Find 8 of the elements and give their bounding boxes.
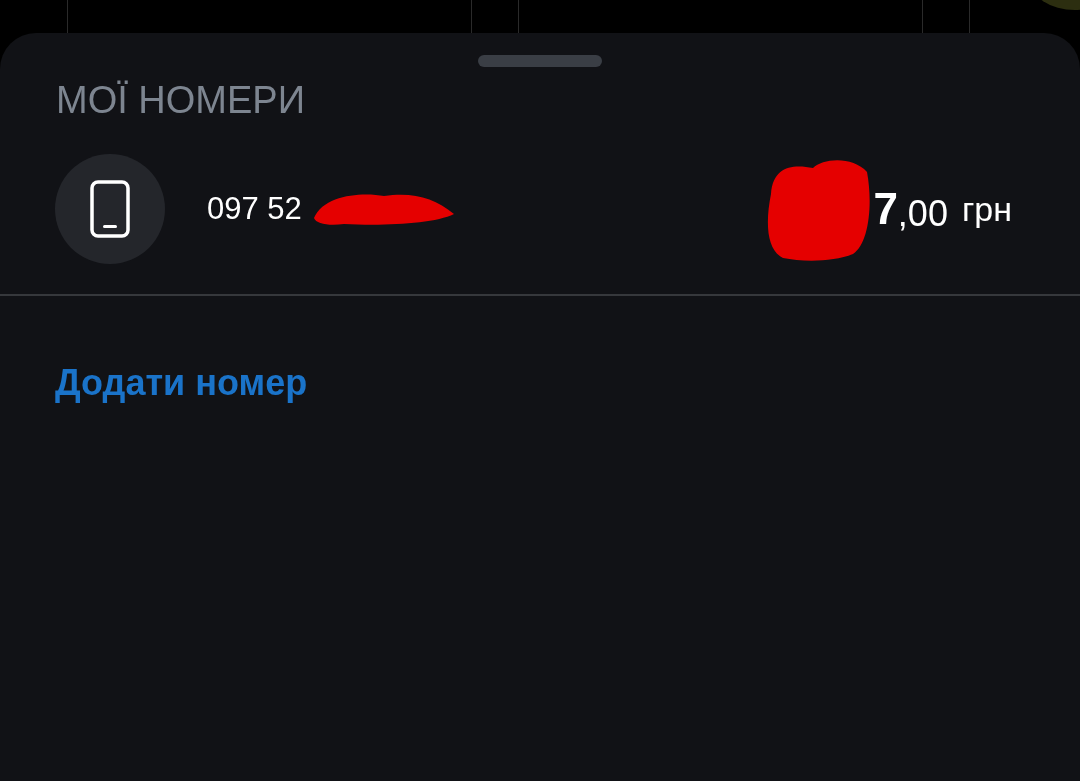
currency-label: грн <box>961 189 1012 229</box>
phone-icon <box>90 180 130 238</box>
phone-number: 097 52 <box>207 191 302 227</box>
sheet-title: МОЇ НОМЕРИ <box>56 78 306 123</box>
add-number-link[interactable]: Додати номер <box>55 362 308 404</box>
drag-handle[interactable] <box>478 55 602 67</box>
balance-decimals: ,00 <box>897 193 948 235</box>
balance-amount: 7 <box>873 184 898 234</box>
